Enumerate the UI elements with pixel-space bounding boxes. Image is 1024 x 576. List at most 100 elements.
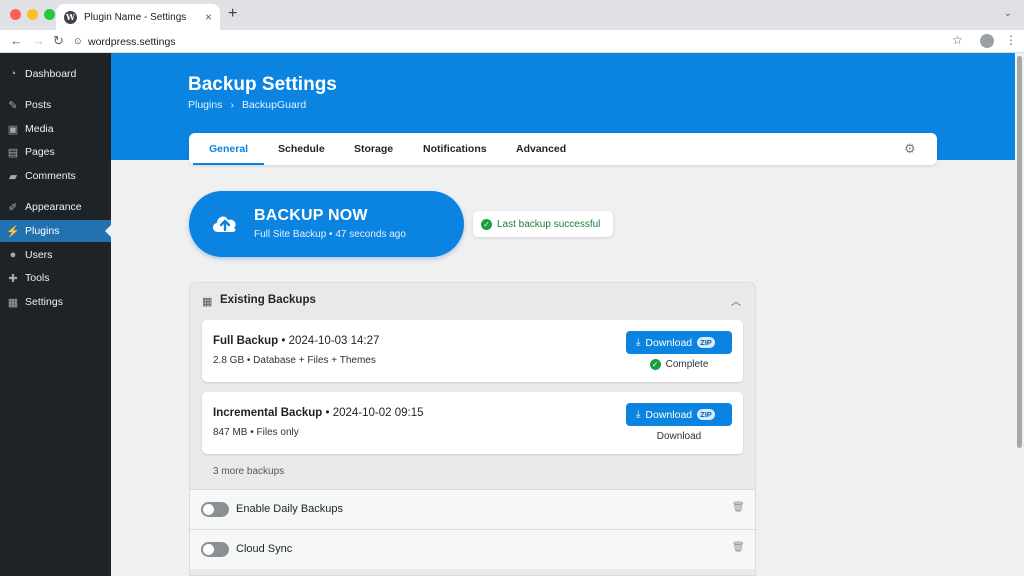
trash-icon[interactable]: 🗑 xyxy=(732,542,745,553)
pages-icon: ▤ xyxy=(7,146,19,159)
status-text: Last backup successful xyxy=(497,218,601,230)
settings-tabs: General Schedule Storage Notifications A… xyxy=(189,133,937,165)
backup-status: ✓ Complete xyxy=(626,359,732,370)
site-info-icon[interactable]: ⊙ xyxy=(74,36,88,47)
setting-label: Cloud Sync xyxy=(236,543,293,555)
zip-badge: ZIP xyxy=(697,337,715,348)
download-button[interactable]: ⤓ Download ZIP xyxy=(626,331,732,354)
sidebar-item-tools[interactable]: ✚ Tools xyxy=(0,267,111,289)
breadcrumb-separator-icon: › xyxy=(230,99,234,111)
backup-status-text: Download xyxy=(656,431,702,442)
backup-type: Incremental Backup xyxy=(213,407,323,419)
minimize-window-button[interactable] xyxy=(27,9,38,20)
pin-icon: ✎ xyxy=(8,99,18,112)
active-tab-indicator xyxy=(193,163,264,165)
profile-avatar[interactable] xyxy=(980,34,994,48)
backup-now-subtitle: Full Site Backup • 47 seconds ago xyxy=(254,229,406,240)
tab-menu-chevron-icon[interactable]: ⌄ xyxy=(1004,8,1012,19)
sidebar-item-label: Posts xyxy=(25,99,52,111)
sidebar-item-posts[interactable]: ✎ Posts xyxy=(0,94,111,116)
status-badge: ✓ Last backup successful xyxy=(473,211,613,237)
url-text: wordpress.settings xyxy=(88,35,176,48)
cloud-sync-toggle[interactable] xyxy=(201,542,229,557)
tab-storage[interactable]: Storage xyxy=(354,143,393,155)
plugin-icon: ⚡ xyxy=(6,225,20,238)
daily-backups-toggle[interactable] xyxy=(201,502,229,517)
trash-icon[interactable]: 🗑 xyxy=(732,502,745,513)
setting-label: Enable Daily Backups xyxy=(236,503,344,515)
setting-row-cloud-sync: Cloud Sync 🗑 xyxy=(190,529,755,569)
backup-now-button[interactable]: BACKUP NOW Full Site Backup • 47 seconds… xyxy=(189,191,464,257)
breadcrumb-plugins-link[interactable]: Plugins xyxy=(188,99,222,111)
tab-advanced[interactable]: Advanced xyxy=(516,143,566,155)
sidebar-item-users[interactable]: ● Users xyxy=(0,244,111,266)
admin-sidebar: ◔ Dashboard ✎ Posts ▣ Media ▤ Pages ▰ Co… xyxy=(0,53,111,576)
forward-arrow-icon[interactable]: → xyxy=(32,33,45,49)
check-circle-icon: ✓ xyxy=(481,218,492,230)
check-circle-icon: ✓ xyxy=(649,359,661,370)
download-icon: ⤓ xyxy=(636,337,641,348)
sidebar-item-dashboard[interactable]: ◔ Dashboard xyxy=(0,63,111,85)
tab-notifications[interactable]: Notifications xyxy=(423,143,487,155)
page-title: Backup Settings xyxy=(188,74,337,95)
download-label: Download xyxy=(645,336,693,349)
wrench-icon: ✚ xyxy=(8,272,18,285)
brush-icon: ✐ xyxy=(8,201,18,214)
sidebar-item-label: Media xyxy=(25,123,54,135)
sidebar-item-label: Plugins xyxy=(25,225,60,237)
maximize-window-button[interactable] xyxy=(44,9,55,20)
sidebar-item-plugins[interactable]: ⚡ Plugins xyxy=(0,220,111,242)
wordpress-icon: W xyxy=(64,10,77,24)
sidebar-item-media[interactable]: ▣ Media xyxy=(0,118,111,140)
sidebar-item-settings[interactable]: ▦ Settings xyxy=(0,291,111,313)
panel-title: Existing Backups xyxy=(220,294,316,306)
address-bar[interactable]: ⊙ wordpress.settings xyxy=(74,32,970,51)
sidebar-item-label: Tools xyxy=(25,272,50,284)
new-tab-button[interactable]: + xyxy=(228,5,237,23)
close-tab-icon[interactable]: × xyxy=(205,10,212,24)
gear-icon[interactable]: ⚙ xyxy=(904,141,916,157)
backup-status-text: Complete xyxy=(665,359,709,370)
cloud-upload-icon xyxy=(212,216,236,232)
tab-general[interactable]: General xyxy=(209,143,248,155)
breadcrumb-current: BackupGuard xyxy=(241,99,307,111)
download-button[interactable]: ⤓ Download ZIP xyxy=(626,403,732,426)
calendar-icon: ▦ xyxy=(202,296,213,308)
back-arrow-icon[interactable]: ← xyxy=(10,33,23,49)
backup-status-link[interactable]: Download xyxy=(626,431,732,442)
dashboard-icon: ◔ xyxy=(9,68,17,80)
download-label: Download xyxy=(645,408,693,421)
scrollbar-thumb[interactable] xyxy=(1017,56,1022,448)
reload-icon[interactable]: ↻ xyxy=(53,33,64,49)
sidebar-item-comments[interactable]: ▰ Comments xyxy=(0,165,111,187)
sidebar-item-label: Dashboard xyxy=(25,68,77,80)
comment-icon: ▰ xyxy=(8,170,18,183)
bookmark-star-icon[interactable]: ☆ xyxy=(952,33,963,47)
sidebar-item-pages[interactable]: ▤ Pages xyxy=(0,141,111,163)
users-icon: ● xyxy=(9,249,17,261)
sidebar-item-label: Appearance xyxy=(25,201,82,213)
settings-icon: ▦ xyxy=(7,296,19,309)
backup-date: • 2024-10-02 09:15 xyxy=(325,407,424,419)
zip-badge: ZIP xyxy=(697,409,715,420)
breadcrumb: Plugins › BackupGuard xyxy=(188,99,306,111)
browser-menu-icon[interactable]: ⋮ xyxy=(1005,33,1017,47)
window-controls xyxy=(10,9,55,20)
tab-schedule[interactable]: Schedule xyxy=(278,143,325,155)
sidebar-item-label: Comments xyxy=(25,170,76,182)
download-icon: ⤓ xyxy=(636,409,641,420)
media-icon: ▣ xyxy=(7,123,19,136)
close-window-button[interactable] xyxy=(10,9,21,20)
sidebar-item-appearance[interactable]: ✐ Appearance xyxy=(0,196,111,218)
browser-tab[interactable]: W Plugin Name - Settings × xyxy=(56,4,220,30)
chevron-up-icon[interactable]: ︿ xyxy=(731,293,741,308)
backup-meta: 847 MB • Files only xyxy=(213,427,299,438)
backup-item: Full Backup • 2024-10-03 14:27 2.8 GB • … xyxy=(202,320,743,382)
browser-toolbar: ← → ↻ ⊙ wordpress.settings ☆ ⋮ xyxy=(0,30,1024,53)
backup-now-label: BACKUP NOW xyxy=(254,207,368,224)
backup-date: • 2024-10-03 14:27 xyxy=(281,335,380,347)
more-backups-link[interactable]: 3 more backups xyxy=(213,466,284,477)
sidebar-item-label: Users xyxy=(25,249,53,261)
backup-name: Incremental Backup • 2024-10-02 09:15 xyxy=(213,407,424,419)
setting-row-daily-backups: Enable Daily Backups 🗑 xyxy=(190,489,755,529)
